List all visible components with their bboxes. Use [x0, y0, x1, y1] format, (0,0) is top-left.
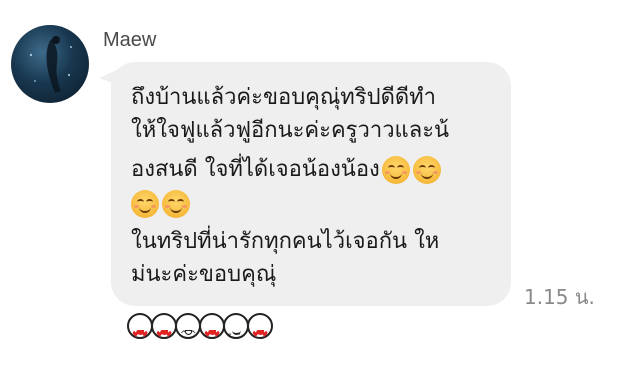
- message-line: ม่นะค่ะขอบคุณุ่: [131, 262, 277, 287]
- heart-eyes-sticker[interactable]: [247, 313, 273, 339]
- smiling-face-emoji: [131, 190, 159, 218]
- sender-name: Maew: [103, 29, 157, 51]
- message-line: ให้ใจฟูแล้วฟูอีกนะค่ะครูวาวและน้: [131, 118, 450, 143]
- message-line: องสนดี ใจที่ได้เจอน้องน้อง: [131, 157, 380, 182]
- message-line-with-emoji: องสนดี ใจที่ได้เจอน้องน้อง: [131, 156, 441, 184]
- smiling-face-emoji: [381, 156, 410, 184]
- avatar-image: [29, 36, 72, 93]
- message-timestamp: 1.15 น.: [524, 285, 595, 309]
- smiling-face-emoji: [412, 156, 441, 184]
- sender-avatar[interactable]: [11, 25, 89, 103]
- heart-eyes-sticker[interactable]: [151, 313, 177, 339]
- smiling-face-emoji: [162, 190, 190, 218]
- emoji-group: [131, 190, 190, 218]
- reaction-stickers[interactable]: [127, 313, 273, 339]
- heart-eyes-sticker[interactable]: [199, 313, 225, 339]
- message-bubble[interactable]: ถึงบ้านแล้วค่ะขอบคุณุ่ทริปดีดีทำ ให้ใจฟู…: [111, 62, 511, 306]
- emoji-group: [381, 156, 441, 184]
- message-line: ในทริปที่น่ารักทุกคนไว้เจอกัน ให: [131, 229, 440, 254]
- heart-eyes-sticker[interactable]: [127, 313, 153, 339]
- shy-face-sticker[interactable]: [175, 313, 201, 339]
- grin-face-sticker[interactable]: [223, 313, 249, 339]
- message-line: ถึงบ้านแล้วค่ะขอบคุณุ่ทริปดีดีทำ: [131, 85, 437, 110]
